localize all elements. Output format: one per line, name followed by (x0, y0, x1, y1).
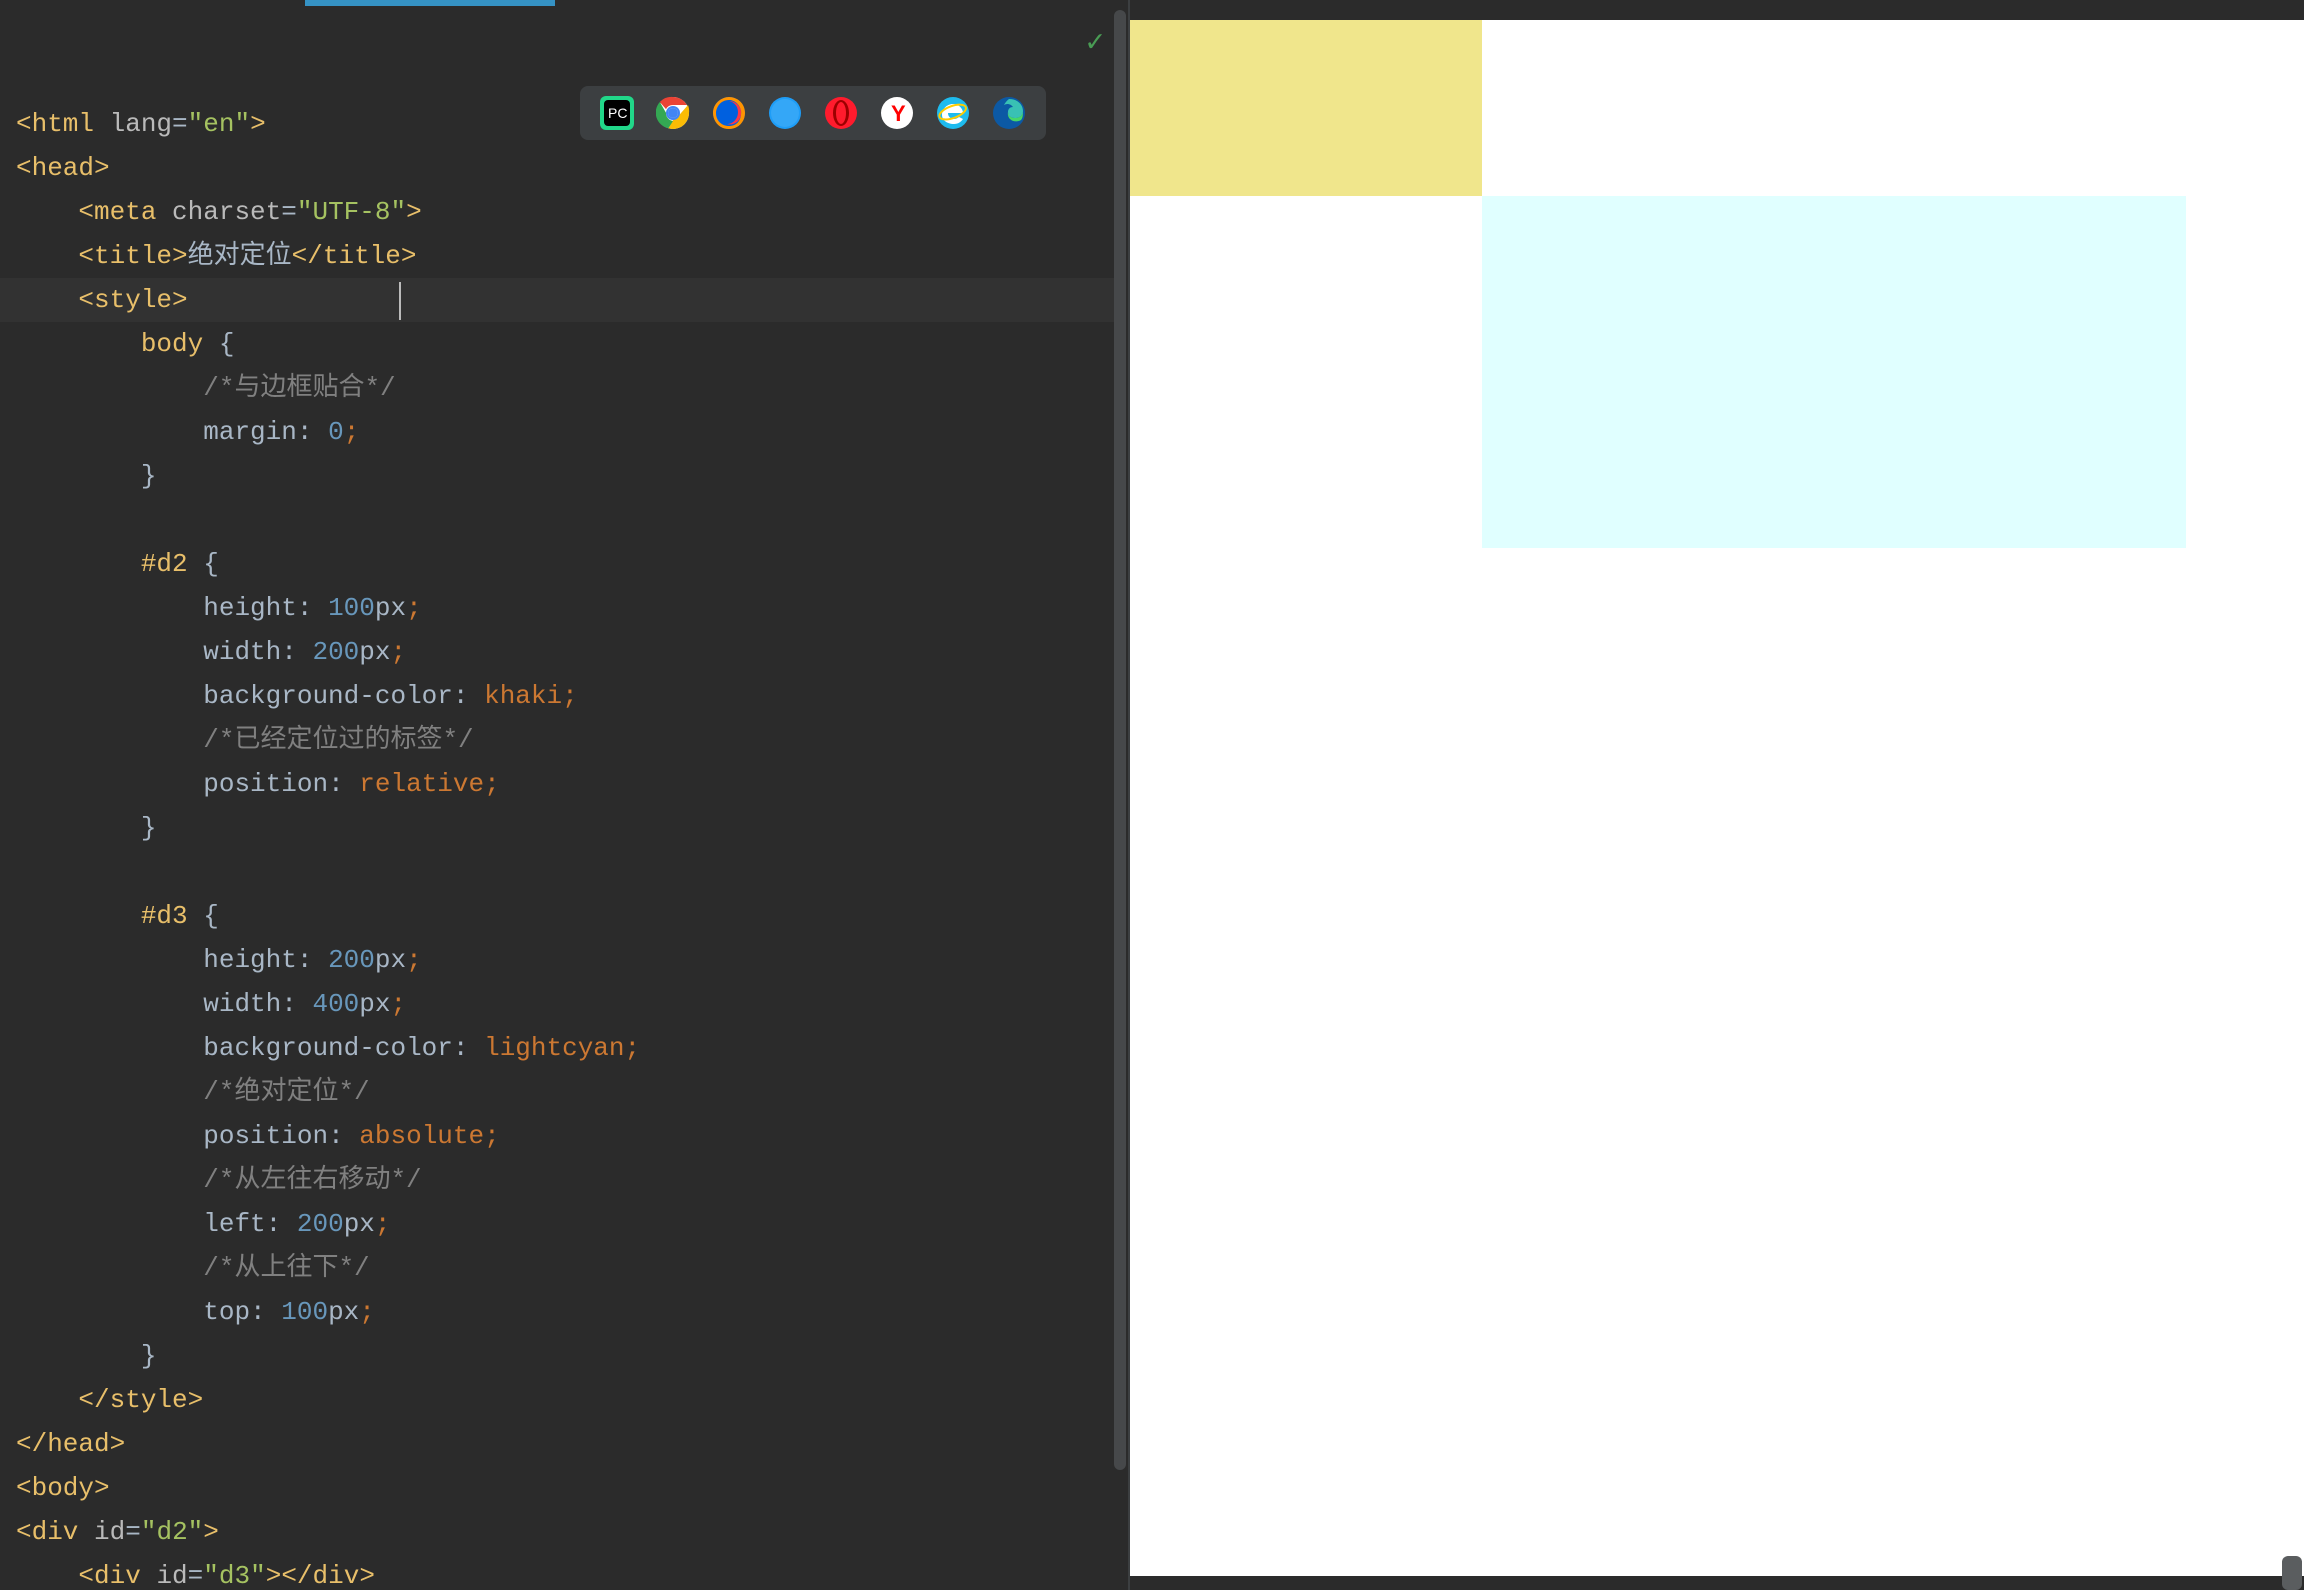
rendered-page[interactable] (1130, 20, 2304, 1576)
yandex-icon[interactable]: Y (880, 96, 914, 130)
chrome-icon[interactable] (656, 96, 690, 130)
div-d2 (1130, 20, 1482, 196)
svg-text:PC: PC (608, 105, 627, 121)
browser-preview-pane (1130, 0, 2304, 1590)
analysis-ok-icon[interactable]: ✓ (1086, 24, 1104, 59)
safari-icon[interactable] (768, 96, 802, 130)
editor-pane[interactable]: ✓ PC Y (0, 0, 1130, 1590)
edge-icon[interactable] (992, 96, 1026, 130)
opera-icon[interactable] (824, 96, 858, 130)
text-caret (399, 282, 401, 320)
app-root: ✓ PC Y (0, 0, 2304, 1590)
pycharm-preview-icon[interactable]: PC (600, 96, 634, 130)
div-d3 (1482, 196, 2186, 548)
editor-scrollbar[interactable] (1114, 10, 1126, 1470)
browser-toolbar: PC Y (580, 86, 1046, 140)
ie-icon[interactable] (936, 96, 970, 130)
browser-scrollbar[interactable] (2282, 1556, 2302, 1590)
firefox-icon[interactable] (712, 96, 746, 130)
code-area[interactable]: <html lang="en"> <head> <meta charset="U… (0, 10, 1128, 1590)
svg-text:Y: Y (891, 101, 906, 126)
